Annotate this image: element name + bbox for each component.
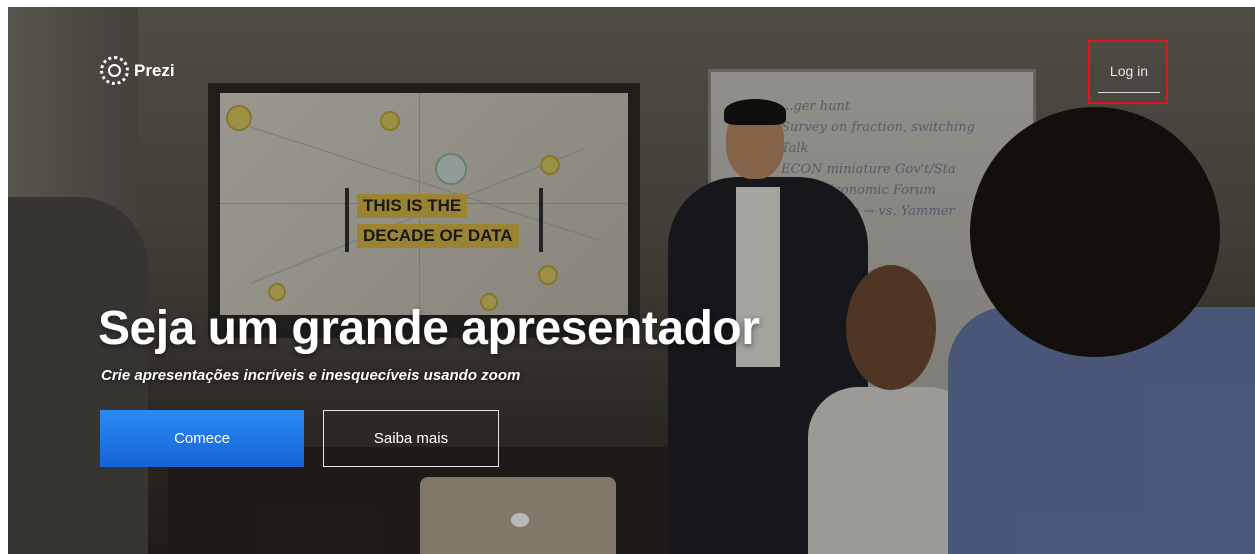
prezi-logo-icon [100,56,129,85]
learn-more-button[interactable]: Saiba mais [323,410,499,467]
get-started-button[interactable]: Comece [100,410,304,467]
hero-title: Seja um grande apresentador [98,302,760,355]
dark-overlay [8,7,1255,554]
hero-section: THIS IS THE DECADE OF DATA ...ger hunt S… [8,7,1255,554]
brand-name: Prezi [134,60,175,80]
prezi-logo[interactable]: Prezi [100,56,175,85]
hero-subtitle: Crie apresentações incríveis e inesquecí… [101,367,521,384]
login-highlight-box: Log in [1088,40,1168,104]
login-button[interactable]: Log in [1098,50,1160,93]
